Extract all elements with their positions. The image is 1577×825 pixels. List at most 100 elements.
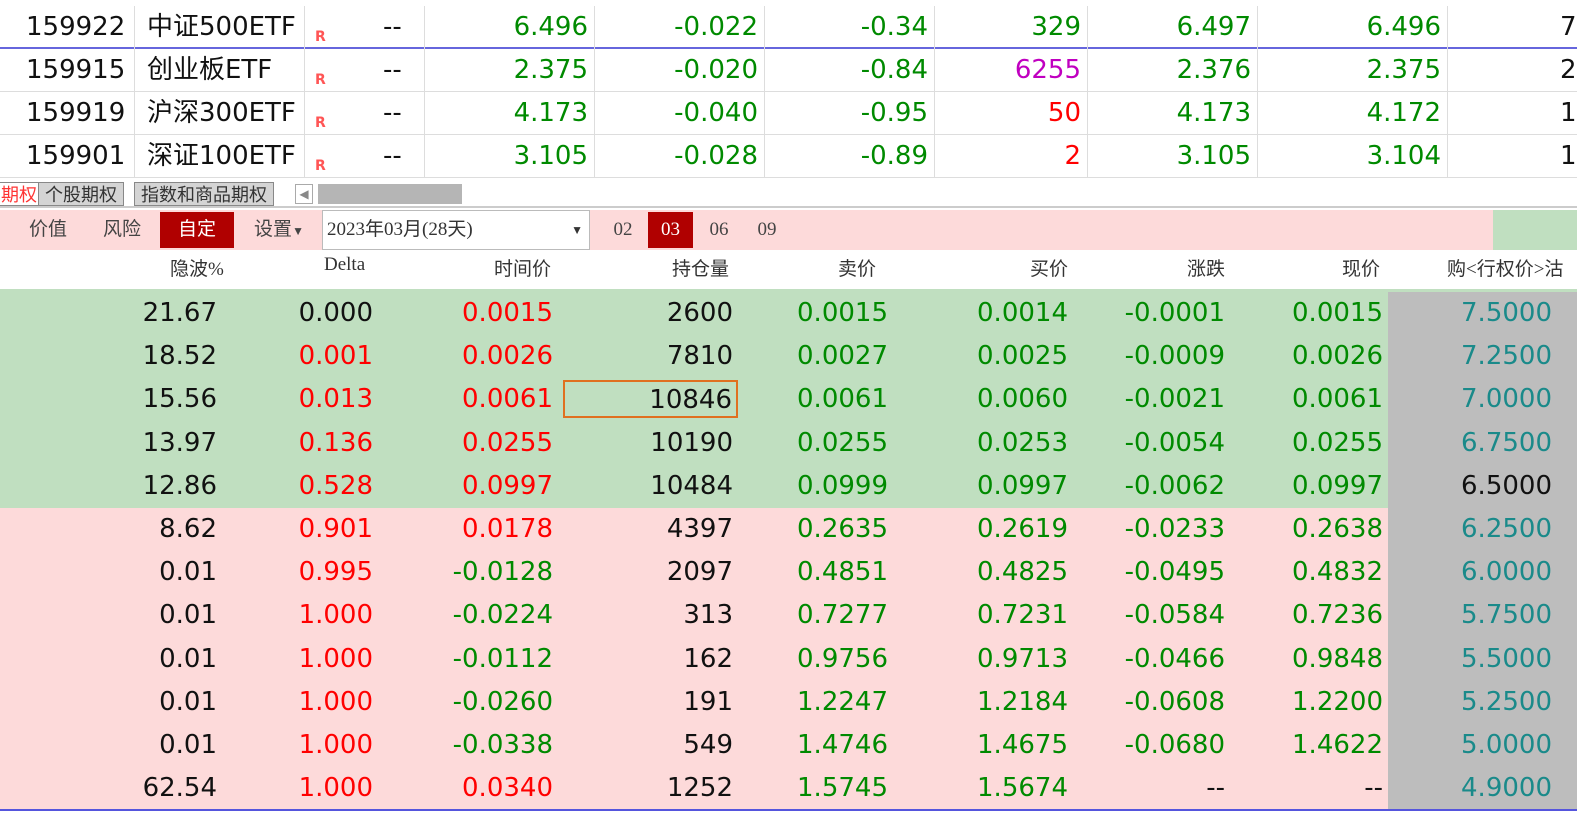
etf-flag-cell: R --	[305, 92, 425, 135]
etf-flag-cell: R --	[305, 135, 425, 178]
month-02[interactable]: 02	[602, 212, 644, 248]
option-ask: 0.0027	[797, 341, 888, 372]
etf-partial: 1	[1560, 141, 1577, 171]
option-last: 0.7236	[1292, 600, 1383, 631]
option-chg: -0.0495	[1124, 557, 1225, 588]
etf-row[interactable]: 159919 沪深300ETF R -- 4.173 -0.040 -0.95 50 4.173…	[0, 92, 1577, 135]
option-oi: 7810	[666, 341, 733, 372]
option-last: 0.0026	[1292, 341, 1383, 372]
option-delta: 1.000	[298, 643, 373, 674]
table-bottom-border	[0, 809, 1577, 811]
option-last: 0.4832	[1292, 557, 1383, 588]
option-oi: 1252	[666, 773, 733, 804]
option-row[interactable]: 0.01 0.995 -0.0128 2097 0.4851 0.4825 -0.0495 0…	[0, 551, 1552, 595]
option-ask: 0.9756	[797, 643, 888, 674]
option-row[interactable]: 62.54 1.000 0.0340 1252 1.5745 1.5674 -- -- 4.90…	[0, 767, 1552, 811]
option-iv: 12.86	[142, 470, 217, 501]
settings-dropdown[interactable]: 设置▼	[244, 212, 314, 248]
tab-stock-options[interactable]: 个股期权	[38, 182, 124, 206]
etf-vol: 50	[935, 92, 1088, 135]
etf-name: 深证100ETF	[135, 135, 305, 178]
option-row[interactable]: 8.62 0.901 0.0178 4397 0.2635 0.2619 -0.0233 0.…	[0, 508, 1552, 552]
etf-price: 2.375	[425, 49, 595, 92]
risk-button[interactable]: 风险	[94, 212, 150, 248]
etf-dash: --	[383, 55, 402, 85]
option-row[interactable]: 0.01 1.000 -0.0224 313 0.7277 0.7231 -0.0584 0.…	[0, 594, 1552, 638]
etf-buy: 3.104	[1258, 135, 1448, 178]
option-tv: 0.0255	[462, 427, 553, 458]
etf-buy: 6.496	[1258, 6, 1448, 49]
option-oi-selected-cell[interactable]: 10846	[563, 380, 738, 419]
month-03[interactable]: 03	[648, 212, 693, 248]
options-header: 隐波% Delta 时间价 持仓量 卖价 买价 涨跌 现价 购<行权价>沽	[0, 250, 1577, 292]
scroll-left-icon[interactable]: ◀	[295, 184, 313, 204]
etf-flag-cell: R --	[305, 49, 425, 92]
option-row[interactable]: 0.01 1.000 -0.0260 191 1.2247 1.2184 -0.0608 1.…	[0, 680, 1552, 724]
etf-partial: 7	[1560, 12, 1577, 42]
option-row[interactable]: 18.52 0.001 0.0026 7810 0.0027 0.0025 -0.0009 0…	[0, 335, 1552, 379]
option-strike: 7.0000	[1461, 384, 1552, 415]
option-strike: 5.5000	[1461, 643, 1552, 674]
option-iv: 0.01	[159, 686, 217, 717]
option-oi: 2600	[666, 298, 733, 328]
option-tv: -0.0112	[452, 643, 553, 674]
option-oi: 4397	[666, 514, 733, 544]
option-tv: 0.0340	[462, 773, 553, 804]
option-row[interactable]: 0.01 1.000 -0.0112 162 0.9756 0.9713 -0.0466 0.…	[0, 637, 1552, 681]
etf-change: -0.028	[595, 135, 765, 178]
option-chg: -0.0233	[1124, 514, 1225, 544]
put-side-toolbar	[1493, 210, 1577, 250]
option-delta: 0.001	[298, 341, 373, 372]
etf-price: 4.173	[425, 92, 595, 135]
etf-row[interactable]: 159922 中证500ETF R -- 6.496 -0.022 -0.34 329 6.49…	[0, 6, 1577, 49]
option-delta: 0.013	[298, 384, 373, 415]
option-row[interactable]: 0.01 1.000 -0.0338 549 1.4746 1.4675 -0.0680 1.…	[0, 724, 1552, 768]
month-09[interactable]: 09	[746, 212, 788, 248]
etf-price: 3.105	[425, 135, 595, 178]
r-badge: R	[315, 115, 326, 131]
tab-index-commodity-options[interactable]: 指数和商品期权	[134, 182, 274, 206]
value-button[interactable]: 价值	[20, 212, 76, 248]
header-iv: 隐波%	[170, 259, 224, 280]
option-strike: 5.7500	[1461, 600, 1552, 631]
header-ask: 卖价	[838, 259, 877, 280]
header-change: 涨跌	[1187, 259, 1226, 280]
etf-row[interactable]: 159915 创业板ETF R -- 2.375 -0.020 -0.84 6255 2.376…	[0, 49, 1577, 92]
option-bid: 0.0025	[977, 341, 1068, 372]
option-row[interactable]: 21.67 0.000 0.0015 2600 0.0015 0.0014 -0.0001 0…	[0, 292, 1552, 336]
option-strike: 5.2500	[1461, 686, 1552, 717]
option-tv: 0.0026	[462, 341, 553, 372]
custom-button[interactable]: 自定	[160, 212, 234, 248]
option-oi: 10190	[650, 427, 733, 458]
option-iv: 8.62	[159, 514, 217, 544]
option-ask: 0.0999	[797, 470, 888, 501]
sheet-tabs: 期权 个股期权 指数和商品期权 ◀	[0, 180, 1577, 208]
option-chg: -0.0466	[1124, 643, 1225, 674]
option-row[interactable]: 15.56 0.013 0.0061 10846 0.0061 0.0060 -0.0021…	[0, 378, 1552, 422]
option-iv: 21.67	[142, 298, 217, 328]
option-strike: 7.5000	[1461, 298, 1552, 328]
option-strike: 4.9000	[1461, 773, 1552, 804]
option-row[interactable]: 13.97 0.136 0.0255 10190 0.0255 0.0253 -0.0054…	[0, 421, 1552, 465]
option-delta: 0.995	[298, 557, 373, 588]
etf-dash: --	[383, 98, 402, 128]
option-last: 0.0015	[1292, 298, 1383, 328]
option-chg: -0.0584	[1124, 600, 1225, 631]
etf-change: -0.040	[595, 92, 765, 135]
etf-sell: 3.105	[1088, 135, 1258, 178]
etf-pct: -0.95	[765, 92, 935, 135]
etf-price: 6.496	[425, 6, 595, 49]
option-delta: 0.528	[298, 470, 373, 501]
horizontal-scrollbar[interactable]	[318, 184, 462, 204]
option-bid: 0.2619	[977, 514, 1068, 544]
expiry-select[interactable]: 2023年03月(28天) ▼	[322, 210, 590, 250]
option-tv: 0.0178	[462, 514, 553, 544]
expiry-value: 2023年03月(28天)	[327, 219, 473, 240]
etf-row[interactable]: 159901 深证100ETF R -- 3.105 -0.028 -0.89 2 3.105 3…	[0, 135, 1577, 178]
option-bid: 1.4675	[977, 730, 1068, 760]
option-chg: -0.0054	[1124, 427, 1225, 458]
option-row[interactable]: 12.86 0.528 0.0997 10484 0.0999 0.0997 -0.0062…	[0, 464, 1552, 508]
month-06[interactable]: 06	[698, 212, 740, 248]
etf-code: 159922	[14, 6, 135, 49]
option-ask: 0.4851	[797, 557, 888, 588]
